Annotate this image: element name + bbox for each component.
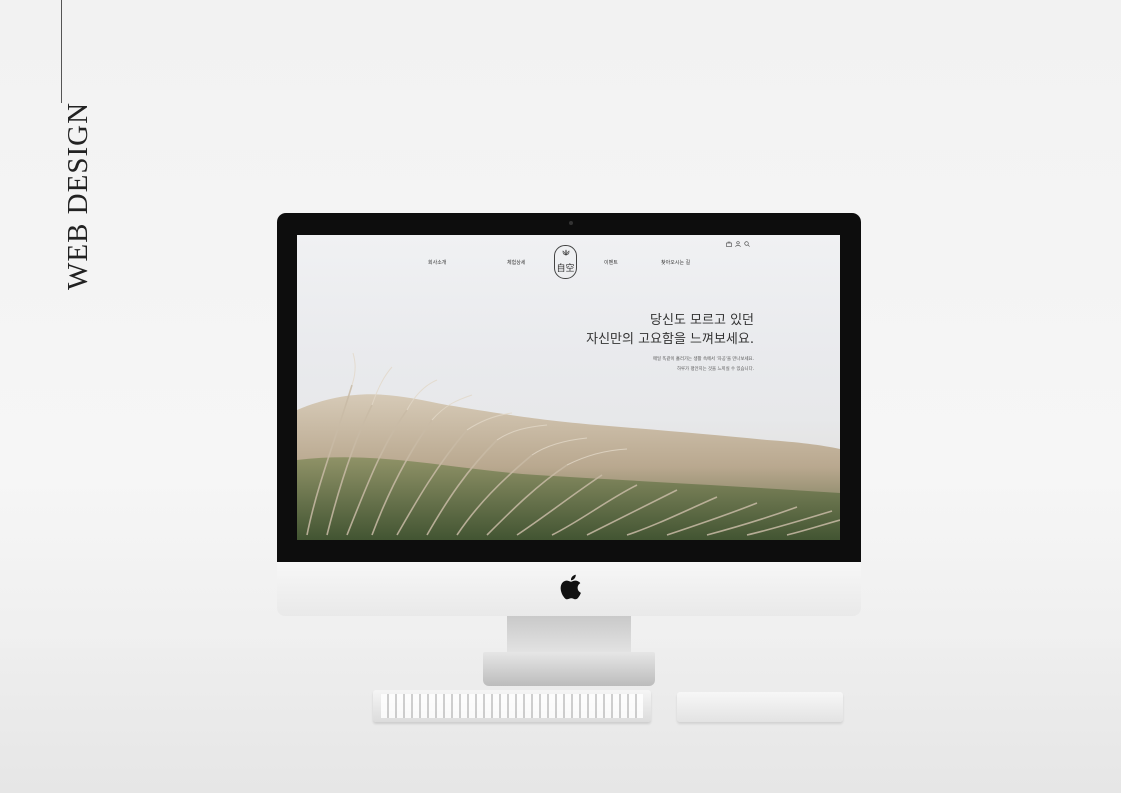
monitor-foot: [483, 652, 655, 686]
user-icon[interactable]: [735, 241, 741, 247]
camera-icon: [569, 221, 573, 225]
keyboard-keys: [381, 694, 643, 718]
website-screen: 회사소개 체험상세 이벤트 찾아오시는 길 自空 당신도 모르고 있던 자신만의…: [297, 235, 840, 540]
pampas-grass-image: [297, 352, 840, 540]
bag-icon[interactable]: [726, 241, 732, 247]
lotus-icon: [562, 249, 570, 256]
hero-headline-line1: 당신도 모르고 있던: [650, 313, 754, 328]
search-icon[interactable]: [744, 241, 750, 247]
hero-headline-line2: 자신만의 고요함을 느껴보세요.: [586, 332, 754, 347]
hero-desc-line1: 매일 똑같이 흘러가는 생활 속에서 '자공'을 만나보세요.: [652, 357, 754, 362]
hero-desc-line2: 하루가 평안지는 것을 느끼실 수 있습니다.: [676, 367, 754, 372]
apple-logo-icon: [560, 574, 581, 600]
web-design-label: WEB DESIGN: [62, 101, 94, 290]
monitor-stand: [507, 616, 631, 656]
keyboard: [373, 690, 651, 722]
nav-directions[interactable]: 찾아오시는 길: [661, 259, 690, 266]
nav-experience[interactable]: 체험상세: [507, 259, 525, 266]
side-divider-line: [61, 0, 62, 103]
site-logo[interactable]: 自空: [554, 245, 577, 279]
logo-text: 自空: [556, 264, 575, 274]
hero-description: 매일 똑같이 흘러가는 생활 속에서 '자공'을 만나보세요. 하루가 평안지는…: [653, 355, 754, 375]
trackpad: [677, 692, 843, 722]
nav-event[interactable]: 이벤트: [604, 259, 618, 266]
nav-company[interactable]: 회사소개: [428, 259, 446, 266]
hero-headline: 당신도 모르고 있던 자신만의 고요함을 느껴보세요.: [586, 311, 754, 349]
